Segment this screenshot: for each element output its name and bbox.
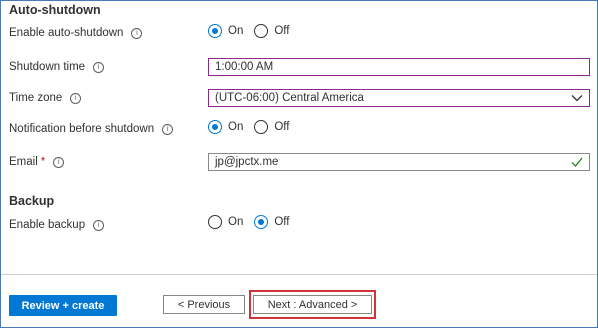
required-marker: * — [40, 156, 46, 168]
auto-shutdown-on-radio[interactable]: On — [208, 24, 243, 38]
notification-before-shutdown-text: Notification before shutdown — [9, 123, 155, 135]
email-text: Email — [9, 156, 38, 168]
radio-unselected-icon — [254, 120, 269, 134]
radio-label: Off — [274, 121, 290, 133]
enable-auto-shutdown-text: Enable auto-shutdown — [9, 27, 124, 39]
info-icon[interactable]: i — [70, 92, 82, 104]
next-advanced-button[interactable]: Next : Advanced > — [253, 295, 372, 314]
auto-shutdown-off-radio[interactable]: Off — [254, 24, 289, 38]
enable-auto-shutdown-radio-group: On Off — [208, 24, 300, 38]
notification-on-radio[interactable]: On — [208, 120, 243, 134]
previous-button[interactable]: < Previous — [163, 295, 245, 314]
info-icon[interactable]: i — [53, 156, 65, 168]
radio-selected-icon — [208, 24, 222, 38]
info-icon[interactable]: i — [162, 123, 174, 135]
backup-heading: Backup — [9, 194, 55, 208]
time-zone-select[interactable]: (UTC-06:00) Central America — [208, 89, 590, 107]
notification-before-shutdown-label: Notification before shutdown i — [9, 123, 174, 135]
radio-label: On — [228, 25, 244, 37]
radio-unselected-icon — [254, 24, 269, 38]
shutdown-time-label: Shutdown time i — [9, 61, 105, 73]
email-input[interactable]: jp@jpctx.me — [208, 153, 590, 171]
backup-on-radio[interactable]: On — [208, 215, 243, 229]
enable-backup-label: Enable backup i — [9, 219, 105, 231]
info-icon[interactable]: i — [131, 27, 143, 39]
time-zone-text: Time zone — [9, 92, 63, 104]
auto-shutdown-heading: Auto-shutdown — [9, 3, 101, 17]
shutdown-time-text: Shutdown time — [9, 61, 86, 73]
shutdown-time-input[interactable]: 1:00:00 AM — [208, 58, 590, 76]
radio-label: On — [228, 216, 244, 228]
radio-label: Off — [274, 216, 290, 228]
time-zone-value: (UTC-06:00) Central America — [215, 92, 364, 104]
footer-divider — [1, 274, 597, 275]
info-icon[interactable]: i — [93, 219, 105, 231]
radio-label: On — [228, 121, 244, 133]
email-label: Email * i — [9, 156, 65, 168]
time-zone-label: Time zone i — [9, 92, 82, 104]
radio-unselected-icon — [208, 215, 222, 229]
radio-selected-icon — [208, 120, 222, 134]
notification-radio-group: On Off — [208, 120, 300, 134]
enable-backup-text: Enable backup — [9, 219, 86, 231]
backup-off-radio[interactable]: Off — [254, 215, 289, 229]
enable-backup-radio-group: On Off — [208, 215, 300, 229]
checkmark-icon — [571, 157, 583, 167]
radio-label: Off — [274, 25, 290, 37]
info-icon[interactable]: i — [93, 61, 105, 73]
email-value: jp@jpctx.me — [215, 156, 279, 168]
enable-auto-shutdown-label: Enable auto-shutdown i — [9, 27, 143, 39]
radio-selected-icon — [254, 215, 269, 229]
shutdown-time-value: 1:00:00 AM — [215, 61, 274, 73]
chevron-down-icon — [571, 95, 583, 102]
review-create-button[interactable]: Review + create — [9, 295, 117, 316]
notification-off-radio[interactable]: Off — [254, 120, 289, 134]
